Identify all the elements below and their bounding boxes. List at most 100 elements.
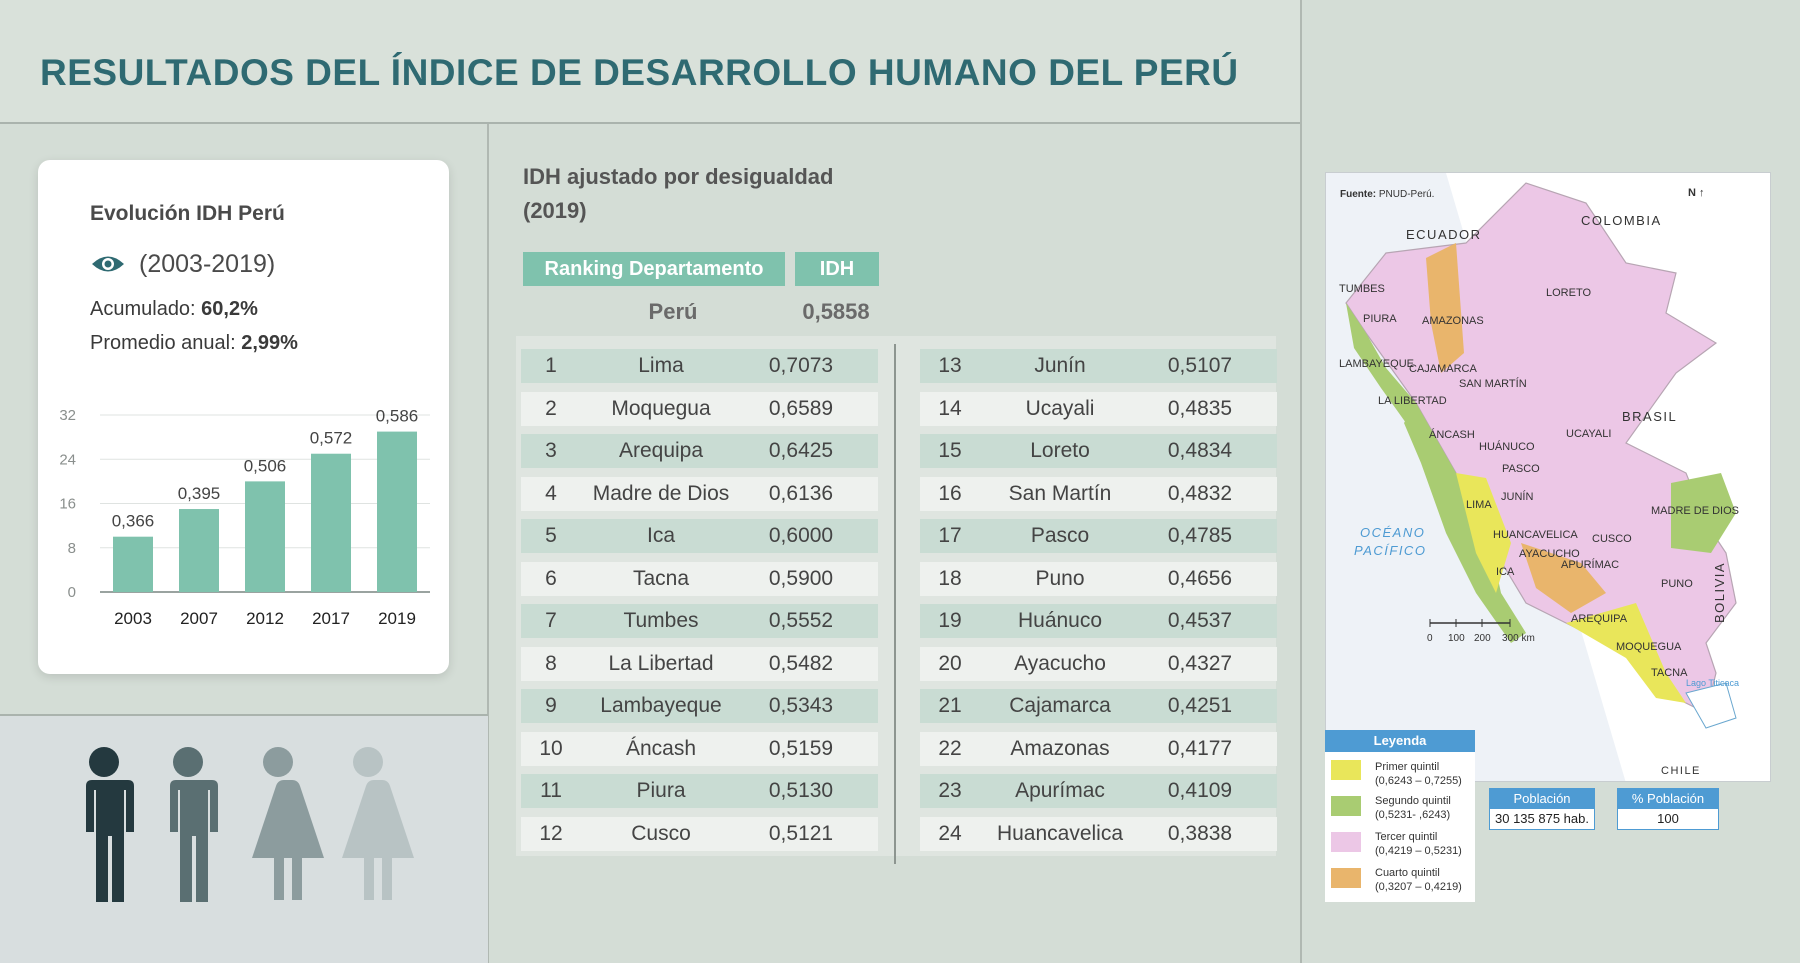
- label-apurimac: APURÍMAC: [1561, 559, 1620, 571]
- table-row: 6 Tacna 0,5900: [521, 561, 878, 596]
- man-icon: [164, 747, 218, 902]
- idh-cell: 0,4785: [1167, 524, 1233, 547]
- scale-label-100: 100: [1448, 633, 1465, 644]
- legend-label-4: Cuarto quintil: [1375, 867, 1440, 879]
- accumulated-label: Acumulado:: [90, 298, 202, 320]
- label-tumbes: TUMBES: [1339, 283, 1385, 295]
- table-title: IDH ajustado por desigualdad (2019): [523, 160, 883, 228]
- table-row: 16 San Martín 0,4832: [920, 476, 1277, 511]
- table-row: 15 Loreto 0,4834: [920, 434, 1277, 468]
- accumulated-value: 60,2%: [201, 298, 258, 320]
- idh-cell: 0,5159: [768, 736, 834, 760]
- idh-cell: 0,7073: [768, 354, 834, 377]
- table-row: 9 Lambayeque 0,5343: [521, 689, 878, 723]
- label-amazonas: AMAZONAS: [1422, 315, 1484, 327]
- legend-swatch-1: [1331, 760, 1361, 780]
- idh-cell: 0,6589: [768, 396, 834, 420]
- table-row: 5 Ica 0,6000: [521, 519, 878, 553]
- header-ranking: Ranking Departamento: [523, 252, 785, 286]
- label-la-libertad: LA LIBERTAD: [1378, 395, 1447, 407]
- man-icon: [80, 747, 134, 902]
- table-title-line2: (2019): [523, 198, 587, 223]
- bar-data-label: 0,506: [244, 456, 287, 475]
- bar-data-label: 0,572: [310, 429, 353, 448]
- legend-range-1: (0,6243 – 0,7255): [1375, 775, 1462, 787]
- idh-cell: 0,6425: [768, 439, 834, 462]
- department-cell: Madre de Dios: [592, 481, 730, 505]
- label-arequipa: AREQUIPA: [1571, 613, 1628, 625]
- department-cell: Amazonas: [1010, 736, 1110, 760]
- y-tick-label: 0: [68, 584, 76, 601]
- rank-cell: 11: [540, 779, 562, 802]
- bar-data-label: 0,586: [376, 407, 419, 426]
- rank-cell: 14: [938, 396, 962, 420]
- population-value: 30 135 875 hab.: [1495, 811, 1589, 826]
- table-row: 8 La Libertad 0,5482: [521, 646, 878, 681]
- legend-item-4: Cuarto quintil (0,3207 – 0,4219): [1375, 866, 1462, 894]
- label-tacna: TACNA: [1651, 667, 1688, 679]
- department-cell: Áncash: [625, 736, 697, 760]
- rank-cell: 15: [938, 439, 962, 462]
- label-ocean-1: OCÉANO: [1360, 525, 1426, 540]
- label-brasil: BRASIL: [1622, 409, 1678, 424]
- table-row: 1 Lima 0,7073: [521, 349, 878, 383]
- table-row: 12 Cusco 0,5121: [521, 816, 878, 851]
- x-category-label: 2003: [114, 609, 152, 628]
- map-source-label: Fuente:: [1340, 189, 1377, 200]
- table-row: 3 Arequipa 0,6425: [521, 434, 878, 468]
- scale-label-0: 0: [1427, 633, 1433, 644]
- pct-population-label: % Población: [1618, 789, 1718, 809]
- x-category-label: 2019: [378, 609, 416, 628]
- bar: [113, 536, 153, 592]
- department-cell: Pasco: [1030, 524, 1090, 547]
- table-row: 24 Huancavelica 0,3838: [920, 816, 1277, 851]
- legend-swatch-3: [1331, 832, 1361, 852]
- department-cell: Huánuco: [1017, 609, 1103, 632]
- department-cell: Cajamarca: [1009, 694, 1111, 717]
- label-lambayeque: LAMBAYEQUE: [1339, 358, 1414, 370]
- population-label: Población: [1490, 789, 1594, 809]
- department-cell: Piura: [636, 779, 686, 802]
- label-ica: ICA: [1496, 566, 1515, 578]
- idh-cell: 0,5121: [768, 821, 834, 845]
- label-san-martin: SAN MARTÍN: [1459, 378, 1527, 390]
- label-cusco: CUSCO: [1592, 533, 1632, 545]
- y-tick-label: 24: [60, 451, 76, 468]
- department-cell: Loreto: [1030, 439, 1090, 462]
- department-cell: Tumbes: [623, 609, 699, 632]
- label-madre-de-dios: MADRE DE DIOS: [1651, 505, 1740, 517]
- scale-label-300: 300 km: [1502, 633, 1535, 644]
- label-colombia: COLOMBIA: [1581, 213, 1662, 228]
- label-ucayali: UCAYALI: [1566, 428, 1612, 440]
- idh-cell: 0,5900: [768, 566, 834, 590]
- department-cell: Arequipa: [618, 439, 704, 462]
- label-puno: PUNO: [1661, 578, 1693, 590]
- annual-stat: Promedio anual: 2,99%: [90, 332, 298, 355]
- legend-label-2: Segundo quintil: [1375, 795, 1451, 807]
- peru-value: 0,5858: [802, 299, 870, 324]
- idh-cell: 0,5552: [768, 609, 834, 632]
- department-cell: Ica: [646, 524, 675, 547]
- x-category-label: 2012: [246, 609, 284, 628]
- idh-cell: 0,4834: [1167, 439, 1233, 462]
- rank-cell: 23: [938, 779, 962, 802]
- map-legend: Leyenda Primer quintil (0,6243 – 0,7255) …: [1325, 730, 1475, 902]
- label-cajamarca: CAJAMARCA: [1409, 363, 1477, 375]
- header-idh: IDH: [795, 252, 879, 286]
- rank-cell: 18: [938, 566, 962, 590]
- idh-cell: 0,5107: [1167, 354, 1233, 377]
- rank-cell: 8: [545, 651, 557, 675]
- table-row: 20 Ayacucho 0,4327: [920, 646, 1277, 681]
- table-row: 7 Tumbes 0,5552: [521, 604, 878, 638]
- label-pasco: PASCO: [1502, 463, 1540, 475]
- label-ecuador: ECUADOR: [1406, 227, 1482, 242]
- eye-icon: [90, 253, 126, 280]
- north-arrow: N ↑: [1688, 187, 1705, 199]
- label-bolivia: BOLIVIA: [1712, 561, 1728, 624]
- legend-range-2: (0,5231- ,6243): [1375, 809, 1451, 821]
- rank-cell: 24: [938, 821, 962, 845]
- north-label: N: [1688, 187, 1696, 199]
- department-cell: Junín: [1034, 354, 1086, 377]
- legend-item-3: Tercer quintil (0,4219 – 0,5231): [1375, 830, 1462, 858]
- department-cell: Ucayali: [1025, 396, 1095, 420]
